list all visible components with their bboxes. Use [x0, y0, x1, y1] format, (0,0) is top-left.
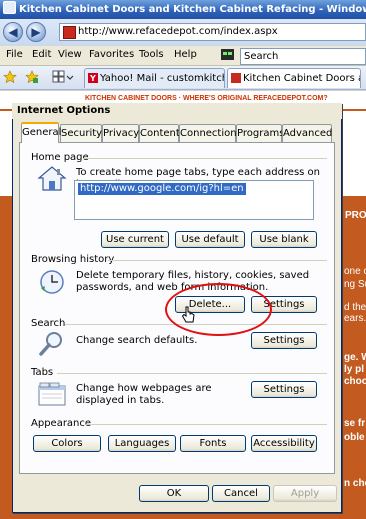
menu-edit[interactable]: Edit — [32, 49, 51, 60]
apply-button[interactable]: Apply — [273, 485, 337, 502]
tabs-window-icon — [37, 381, 67, 407]
window-title: Kitchen Cabinet Doors and Kitchen Cabine… — [19, 4, 366, 15]
yahoo-favicon: Y — [88, 73, 98, 83]
tab-connections[interactable]: Connections — [179, 124, 242, 142]
page-fragment: se fr — [344, 418, 366, 429]
search-placeholder: Search — [244, 51, 279, 62]
browser-tab-label: Yahoo! Mail - customkitchenc... — [100, 73, 224, 84]
ok-button[interactable]: OK — [139, 485, 209, 502]
page-fragment: ng Su — [344, 279, 366, 290]
favorites-star-icon[interactable] — [3, 70, 17, 84]
browser-tab-yahoo[interactable]: Y Yahoo! Mail - customkitchenc... — [84, 68, 225, 88]
section-divider — [57, 373, 327, 374]
search-provider-icon[interactable] — [220, 48, 236, 62]
page-top-links: KITCHEN CABINET DOORS · WHERE'S ORIGINAL… — [85, 95, 328, 102]
tab-privacy[interactable]: Privacy — [102, 124, 139, 142]
menu-file[interactable]: File — [6, 49, 23, 60]
use-default-button[interactable]: Use default — [175, 231, 245, 248]
tabs-settings-button[interactable]: Settings — [251, 381, 317, 398]
home-page-value: http://www.google.com/ig?hl=en — [78, 183, 246, 195]
quick-tabs-icon[interactable] — [52, 70, 74, 84]
address-text: http://www.refacedepot.com/index.aspx — [78, 26, 278, 37]
home-page-label: Home page — [31, 152, 89, 163]
home-page-input[interactable]: http://www.google.com/ig?hl=en — [74, 180, 314, 220]
tab-content[interactable]: Content — [139, 124, 180, 142]
page-fragment: oble a — [344, 432, 366, 443]
cancel-button[interactable]: Cancel — [212, 485, 270, 502]
svg-text:Y: Y — [89, 74, 96, 83]
page-fragment: ge. W — [344, 352, 366, 363]
colors-button[interactable]: Colors — [33, 435, 101, 452]
languages-button[interactable]: Languages — [108, 435, 176, 452]
hand-cursor-icon — [181, 306, 195, 324]
dialog-title: Internet Options — [12, 103, 342, 119]
search-settings-button[interactable]: Settings — [251, 332, 317, 349]
tab-general[interactable]: General — [21, 122, 61, 143]
section-divider — [108, 260, 327, 261]
window-title-bar: Kitchen Cabinet Doors and Kitchen Cabine… — [0, 0, 366, 19]
add-favorites-icon[interactable] — [25, 70, 39, 84]
kitchen-favicon — [231, 73, 241, 83]
accessibility-button[interactable]: Accessibility — [251, 435, 317, 452]
tab-advanced[interactable]: Advanced — [282, 124, 332, 142]
address-bar[interactable]: http://www.refacedepot.com/index.aspx — [59, 23, 366, 41]
site-favicon — [63, 26, 76, 39]
page-fragment: ears. — [344, 313, 366, 324]
use-blank-button[interactable]: Use blank — [251, 231, 317, 248]
forward-icon[interactable]: ▶ — [26, 22, 46, 42]
menu-tools[interactable]: Tools — [139, 49, 164, 60]
page-fragment: one o — [344, 266, 366, 277]
search-input[interactable]: Search — [240, 48, 366, 65]
page-fragment: d the — [344, 302, 366, 313]
browsing-history-label: Browsing history — [31, 254, 115, 265]
page-fragment: choo — [344, 376, 366, 387]
page-fragment: n cho — [344, 478, 366, 489]
section-divider — [86, 424, 327, 425]
search-description: Change search defaults. — [76, 335, 198, 346]
page-fragment: ly pl — [344, 364, 365, 375]
menu-view[interactable]: View — [58, 49, 82, 60]
back-icon[interactable]: ◀ — [3, 22, 23, 42]
use-current-button[interactable]: Use current — [101, 231, 169, 248]
home-icon — [37, 165, 67, 193]
section-divider — [83, 158, 327, 159]
appearance-label: Appearance — [31, 418, 92, 429]
tabs-description: Change how webpages are displayed in tab… — [76, 383, 212, 406]
tab-programs[interactable]: Programs — [236, 124, 284, 142]
menu-help[interactable]: Help — [174, 49, 197, 60]
page-fragment: PRO — [345, 210, 366, 221]
magnifier-icon — [38, 330, 66, 358]
browser-tab-label: Kitchen Cabinet Doors an... — [243, 73, 360, 84]
tab-security[interactable]: Security — [60, 124, 102, 142]
history-clock-icon — [37, 268, 67, 296]
menu-favorites[interactable]: Favorites — [89, 49, 134, 60]
fonts-button[interactable]: Fonts — [180, 435, 246, 452]
ie-app-icon — [3, 1, 16, 14]
search-section-label: Search — [31, 318, 66, 329]
browser-tab-kitchen[interactable]: Kitchen Cabinet Doors an... — [227, 68, 361, 88]
tabs-section-label: Tabs — [31, 367, 54, 378]
